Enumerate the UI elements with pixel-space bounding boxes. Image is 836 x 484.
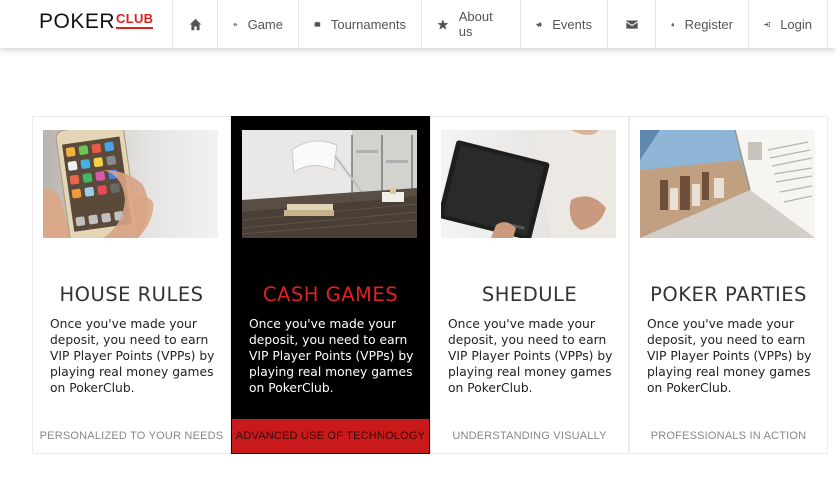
card-image-tablet	[441, 130, 616, 238]
star-icon	[437, 18, 449, 30]
nav-register-label: Register	[684, 16, 733, 32]
card-footer: ADVANCED USE OF TECHNOLOGY	[232, 419, 429, 453]
card-house-rules[interactable]: HOUSE RULES Once you've made your deposi…	[32, 116, 231, 454]
bullhorn-icon	[536, 21, 543, 27]
card-description: Once you've made your deposit, you need …	[249, 317, 414, 395]
card-description: Once you've made your deposit, you need …	[647, 317, 812, 395]
card-footer: UNDERSTANDING VISUALLY	[431, 419, 628, 453]
logo-accent: CLUB	[116, 10, 154, 29]
nav-tournaments[interactable]: Tournaments	[298, 0, 421, 48]
envelope-icon	[625, 19, 638, 29]
card-image-magazine	[640, 130, 815, 238]
card-description: Once you've made your deposit, you need …	[50, 317, 215, 395]
main-nav: Game Tournaments About us Events Registe…	[172, 0, 828, 48]
card-image-phone	[43, 130, 218, 238]
nav-register[interactable]: Register	[655, 0, 748, 48]
nav-game[interactable]: Game	[217, 0, 298, 48]
card-title: SHEDULE	[481, 283, 578, 306]
nav-contact[interactable]	[607, 0, 655, 48]
logo-text-accent: CLUB	[116, 11, 154, 26]
nav-tournaments-label: Tournaments	[330, 16, 406, 32]
card-cash-games[interactable]: CASH GAMES Once you've made your deposit…	[231, 116, 430, 454]
card-footer: PROFESSIONALS IN ACTION	[630, 419, 827, 453]
card-footer-label: PERSONALIZED TO YOUR NEEDS	[39, 430, 224, 442]
home-icon	[189, 18, 201, 30]
eye-icon	[233, 22, 238, 26]
feature-cards: HOUSE RULES Once you've made your deposi…	[32, 116, 828, 454]
logo-underline	[116, 27, 154, 29]
card-image-desk	[242, 130, 417, 238]
lock-icon	[671, 22, 675, 26]
card-title: HOUSE RULES	[59, 283, 204, 306]
card-description: Once you've made your deposit, you need …	[448, 317, 613, 395]
sign-in-icon	[764, 21, 770, 27]
briefcase-icon	[314, 21, 321, 27]
logo[interactable]: POKER CLUB	[39, 10, 154, 36]
nav-events[interactable]: Events	[520, 0, 607, 48]
top-navbar: POKER CLUB Game Tournaments About us Eve…	[0, 0, 836, 48]
nav-about-us[interactable]: About us	[421, 0, 520, 48]
card-footer-label: UNDERSTANDING VISUALLY	[452, 430, 607, 442]
nav-about-us-label: About us	[458, 9, 493, 39]
card-footer-label: ADVANCED USE OF TECHNOLOGY	[235, 430, 426, 442]
card-footer-label: PROFESSIONALS IN ACTION	[650, 430, 807, 442]
card-shedule[interactable]: SHEDULE Once you've made your deposit, y…	[430, 116, 629, 454]
card-title: CASH GAMES	[262, 283, 399, 306]
nav-login-label: Login	[780, 16, 812, 32]
nav-login[interactable]: Login	[748, 0, 828, 48]
logo-text-main: POKER	[39, 10, 116, 33]
card-footer: PERSONALIZED TO YOUR NEEDS	[33, 419, 230, 453]
nav-events-label: Events	[552, 16, 592, 32]
nav-game-label: Game	[247, 16, 283, 32]
card-poker-parties[interactable]: POKER PARTIES Once you've made your depo…	[629, 116, 828, 454]
card-title: POKER PARTIES	[650, 283, 807, 306]
nav-home[interactable]	[172, 0, 217, 48]
